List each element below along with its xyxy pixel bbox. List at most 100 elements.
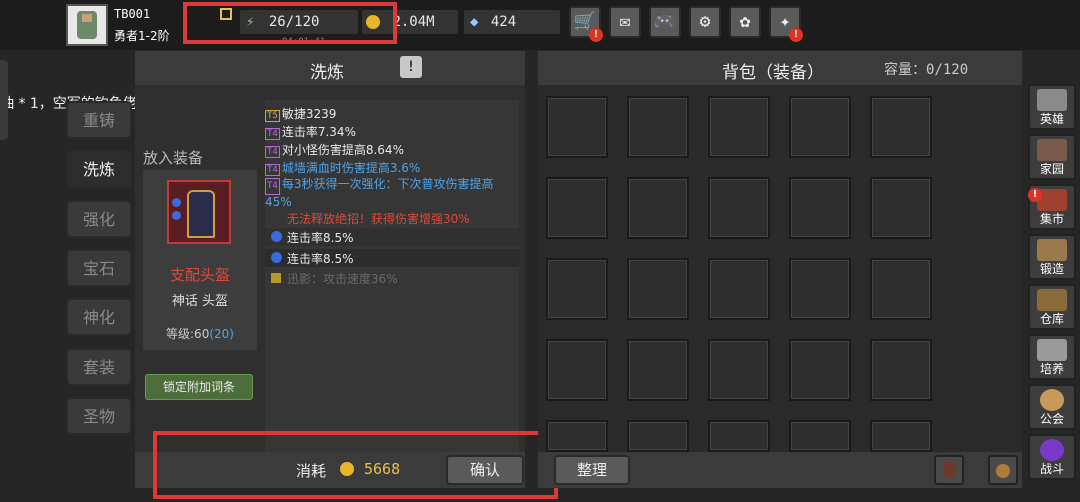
stat-line: 无法释放绝招！获得伤害增强30%	[265, 210, 470, 227]
capacity-label: 容量：	[884, 62, 926, 78]
stat-text: 城墙满血时伤害提高3.6%	[281, 161, 421, 175]
menu-hero[interactable]: 英雄	[1028, 84, 1076, 130]
menu-cultivate[interactable]: 培养	[1028, 334, 1076, 380]
menu-forge[interactable]: 锻造	[1028, 234, 1076, 280]
left-edge-tab[interactable]	[0, 60, 8, 140]
bag-slot[interactable]	[789, 177, 851, 239]
helmet-icon	[187, 190, 215, 238]
bag-slot[interactable]	[870, 420, 932, 452]
player-avatar[interactable]	[66, 4, 108, 46]
portal-icon	[1040, 439, 1064, 461]
sapphire-icon	[271, 231, 282, 242]
tier-tag: T4	[265, 178, 280, 195]
bag-slot[interactable]	[546, 258, 608, 320]
armor-filter-icon[interactable]	[934, 455, 964, 485]
gold-value: 2.04M	[392, 14, 435, 30]
menu-warehouse[interactable]: 仓库	[1028, 284, 1076, 330]
player-name: TB001	[114, 7, 151, 21]
item-slot[interactable]	[167, 180, 231, 244]
item-type: 神话 头盔	[171, 294, 229, 309]
guild-icon	[1040, 389, 1064, 411]
stat-line: T4 城墙满血时伤害提高3.6%	[265, 159, 420, 176]
menu-label: 仓库	[1039, 312, 1064, 326]
gem-row: 连击率8.5%	[265, 249, 519, 267]
refine-title: 洗炼	[310, 63, 344, 83]
bag-slot[interactable]	[546, 177, 608, 239]
bag-slot[interactable]	[789, 96, 851, 158]
bag-slot[interactable]	[627, 177, 689, 239]
bag-slot[interactable]	[546, 96, 608, 158]
stat-text: 敏捷3239	[281, 107, 337, 121]
tab-set[interactable]: 套装	[66, 348, 132, 386]
bag-slot[interactable]	[627, 420, 689, 452]
tab-relic[interactable]: 圣物	[66, 397, 132, 435]
firework-icon[interactable]: ✦!	[769, 6, 803, 42]
bag-pouch-icon[interactable]	[988, 455, 1018, 485]
item-level: 等级:60(20)	[143, 325, 257, 342]
bag-slot[interactable]	[789, 420, 851, 452]
menu-label: 家园	[1039, 162, 1064, 176]
menu-label: 英雄	[1039, 112, 1064, 126]
player-rank: 勇者1-2阶	[114, 29, 170, 43]
mail-icon[interactable]: ✉	[609, 6, 641, 38]
bag-slot[interactable]	[627, 339, 689, 401]
tab-gem[interactable]: 宝石	[66, 249, 132, 287]
bag-slot[interactable]	[627, 258, 689, 320]
stat-line: T5 敏捷3239	[265, 105, 336, 122]
menu-label: 锻造	[1039, 262, 1064, 276]
anvil-icon	[1037, 239, 1067, 261]
bag-slot[interactable]	[870, 96, 932, 158]
bag-slot[interactable]	[708, 339, 770, 401]
menu-battle[interactable]: 战斗	[1028, 434, 1076, 480]
sort-button[interactable]: 整理	[554, 455, 630, 485]
bag-slot[interactable]	[870, 177, 932, 239]
tier-tag: T4	[265, 146, 280, 158]
tier-tag: T4	[265, 128, 280, 140]
bag-slot[interactable]	[789, 258, 851, 320]
stat-line: T4 连击率7.34%	[265, 123, 356, 140]
menu-guild[interactable]: 公会	[1028, 384, 1076, 430]
bag-slot[interactable]	[870, 258, 932, 320]
stat-line: T4 对小怪伤害提高8.64%	[265, 141, 404, 158]
shadow-row: 迅影：攻击速度36%	[265, 270, 519, 286]
lock-affix-button[interactable]: 锁定附加词条	[145, 374, 253, 400]
bag-slot[interactable]	[546, 339, 608, 401]
gear-icon[interactable]: ⚙	[689, 6, 721, 38]
bag-slot[interactable]	[870, 339, 932, 401]
item-level-value: 等级:60	[166, 327, 210, 341]
menu-market[interactable]: 集市!	[1028, 184, 1076, 230]
tab-deify[interactable]: 神化	[66, 298, 132, 336]
tab-enhance[interactable]: 强化	[66, 200, 132, 238]
gem-value: 424	[490, 14, 517, 30]
prism-icon[interactable]: ✿	[729, 6, 761, 38]
tier-tag: T4	[265, 164, 280, 176]
gem-stat-text: 连击率8.5%	[287, 252, 354, 266]
bag-slot[interactable]	[708, 420, 770, 452]
capacity-value: 0/120	[926, 62, 969, 78]
gem-icon: ◆	[470, 14, 479, 30]
stat-text: 无法释放绝招！获得伤害增强30%	[287, 212, 470, 226]
tab-recast[interactable]: 重铸	[66, 101, 132, 139]
help-button[interactable]: !	[400, 56, 422, 78]
gamepad-icon[interactable]: 🎮	[649, 6, 681, 38]
bag-slot[interactable]	[708, 96, 770, 158]
menu-label: 培养	[1039, 362, 1064, 376]
bag-slot[interactable]	[789, 339, 851, 401]
put-equipment-label: 放入装备	[143, 149, 204, 167]
gem-slot-icon	[172, 198, 181, 207]
shop-cart-icon[interactable]: 🛒!	[569, 6, 603, 42]
tab-refine[interactable]: 洗炼	[66, 150, 132, 188]
menu-home[interactable]: 家园	[1028, 134, 1076, 180]
gem-display: ◆ 424	[464, 10, 560, 34]
gem-slot-icon	[172, 211, 181, 220]
bag-slot[interactable]	[708, 258, 770, 320]
item-name: 支配头盔	[169, 266, 230, 284]
stat-text: 每3秒获得一次强化：下次普攻伤害提高45%	[265, 177, 494, 209]
bag-slot[interactable]	[546, 420, 608, 452]
stats-panel: T5 敏捷3239 T4 连击率7.34% T4 对小怪伤害提高8.64% T4 城墙满…	[265, 100, 519, 455]
castle-icon	[1037, 139, 1067, 161]
gem-row: 连击率8.5%	[265, 228, 519, 246]
trophy-icon	[1037, 339, 1067, 361]
bag-slot[interactable]	[708, 177, 770, 239]
bag-slot[interactable]	[627, 96, 689, 158]
